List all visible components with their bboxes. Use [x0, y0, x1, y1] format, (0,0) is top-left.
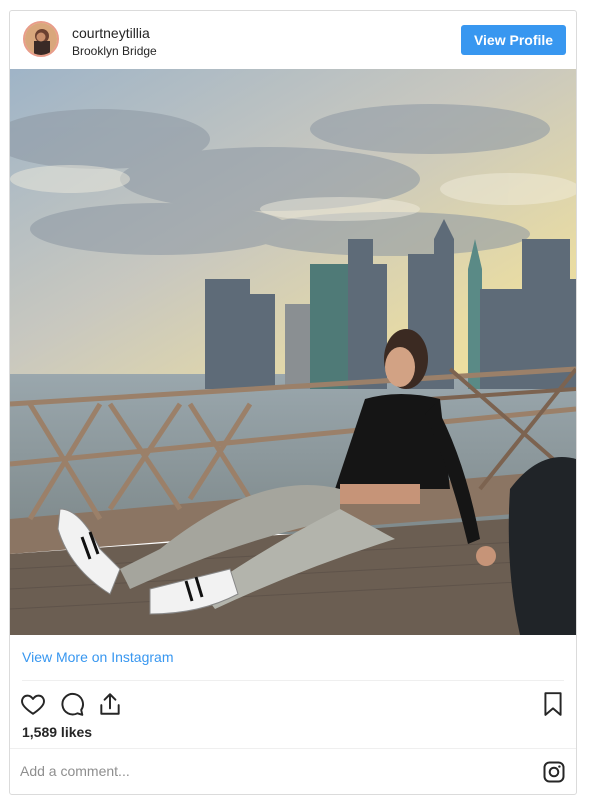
view-more-on-instagram-link[interactable]: View More on Instagram — [22, 649, 173, 665]
divider — [10, 748, 576, 749]
photo-image — [10, 69, 576, 635]
profile-avatar[interactable] — [23, 21, 59, 57]
divider — [22, 680, 564, 681]
post-username[interactable]: courtneytillia — [72, 25, 150, 41]
post-location[interactable]: Brooklyn Bridge — [72, 44, 157, 58]
view-profile-button[interactable]: View Profile — [461, 25, 566, 55]
heart-icon[interactable] — [20, 691, 46, 717]
comment-bubble-icon[interactable] — [59, 691, 85, 717]
add-comment-input[interactable] — [20, 759, 470, 783]
instagram-logo-icon[interactable] — [542, 760, 566, 784]
likes-count[interactable]: 1,589 likes — [22, 724, 92, 740]
post-header: courtneytillia Brooklyn Bridge View Prof… — [10, 11, 576, 69]
avatar-image — [25, 23, 57, 55]
share-icon[interactable] — [97, 691, 123, 717]
post-photo[interactable] — [10, 69, 576, 635]
bookmark-icon[interactable] — [540, 691, 566, 717]
instagram-embed-card: courtneytillia Brooklyn Bridge View Prof… — [9, 10, 577, 795]
